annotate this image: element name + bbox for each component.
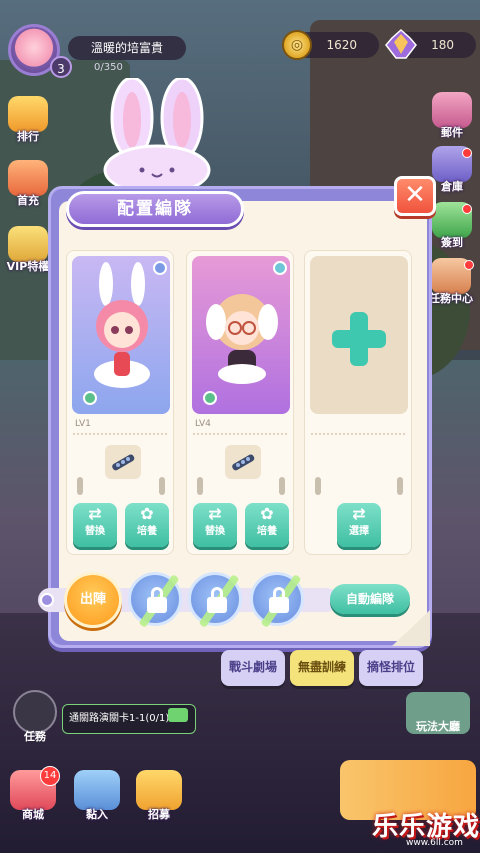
side-button-mail[interactable]: 郵件: [428, 92, 476, 146]
tab-monster-ranking[interactable]: 摘怪排位: [359, 650, 423, 686]
play-guide-button[interactable]: 玩法大廳: [406, 692, 470, 734]
player-name: 溫暖的培富貴: [68, 36, 186, 60]
auto-formation-button[interactable]: 自動編隊: [330, 584, 410, 614]
side-button-task-center[interactable]: 任務中心: [424, 258, 478, 312]
notification-dot: [462, 148, 472, 158]
formation-slot-1: LV1 ⇄ 替換 ✿ 培養: [66, 250, 174, 555]
character-card-2[interactable]: [192, 256, 290, 414]
deploy-button[interactable]: 出陣: [64, 572, 122, 628]
equipment-slot[interactable]: [225, 445, 261, 479]
bottom-button-shop[interactable]: 14 商城: [6, 766, 60, 826]
player-profile[interactable]: 3 溫暖的培富貴 0/350: [8, 24, 186, 78]
ring-hook: [279, 477, 285, 495]
dialog-title: 配置編隊: [66, 191, 244, 227]
equipment-icon: [112, 454, 135, 471]
side-button-label: 任務中心: [429, 292, 473, 305]
recruit-card-icon: [136, 770, 182, 810]
swap-button[interactable]: ⇄ 替換: [193, 503, 237, 547]
button-label: 培養: [257, 526, 277, 537]
locked-team-slot[interactable]: [128, 572, 182, 628]
train-button[interactable]: ✿ 培養: [245, 503, 289, 547]
formation-slot-3: ⇄ 選擇: [304, 250, 412, 555]
divider: [193, 433, 287, 435]
quest-flag-icon: [168, 708, 188, 722]
gift-icon: [8, 160, 48, 196]
side-button-first-charge[interactable]: 首充: [4, 160, 52, 214]
bottom-button-enter[interactable]: 黏入: [70, 770, 124, 826]
button-label: 替換: [205, 526, 225, 537]
side-button-label: 首充: [17, 194, 39, 207]
ring-hook: [159, 477, 165, 495]
train-button[interactable]: ✿ 培養: [125, 503, 169, 547]
player-level-badge: 3: [50, 56, 72, 78]
side-button-label: 簽到: [441, 236, 463, 249]
button-label: 選擇: [349, 526, 369, 537]
ring-hook: [315, 477, 321, 495]
bunny-ears-decoration: [103, 78, 211, 190]
divider: [311, 433, 405, 435]
plus-icon: [332, 312, 386, 366]
side-button-label: VIP特權: [6, 260, 50, 273]
character-level: LV4: [195, 419, 211, 429]
locked-team-slot[interactable]: [188, 572, 242, 628]
star-icon: ✿: [140, 504, 154, 523]
coin-icon: ◎: [282, 30, 312, 60]
swap-button[interactable]: ⇄ 替換: [73, 503, 117, 547]
button-label: 培養: [137, 526, 157, 537]
empty-character-card[interactable]: [310, 256, 408, 414]
bunny-girl-character: [83, 261, 167, 405]
task-label: 任務: [24, 730, 46, 743]
bottom-button-label: 招募: [148, 808, 170, 821]
watermark-url: www.6ll.com: [406, 838, 463, 848]
bottom-button-label: 商城: [22, 808, 44, 821]
locked-team-slot[interactable]: [250, 572, 304, 628]
lock-icon-body: [147, 597, 167, 613]
track-indicator: [40, 593, 54, 607]
character-card-1[interactable]: [72, 256, 170, 414]
notification-dot: [464, 260, 474, 270]
tab-battle-theater[interactable]: 戰斗劇場: [221, 650, 285, 686]
divider: [73, 433, 167, 435]
mail-icon: [432, 92, 472, 128]
close-button[interactable]: ✕: [394, 176, 436, 216]
side-button-vip[interactable]: VIP特權: [4, 226, 52, 280]
notification-count-badge: 14: [40, 766, 60, 786]
equipment-icon: [232, 454, 255, 471]
trophy-icon: [8, 96, 48, 132]
side-button-label: 郵件: [441, 126, 463, 139]
glasses-girl-character: [203, 261, 287, 405]
star-icon: ✿: [260, 504, 274, 523]
side-button-ranking[interactable]: 排行: [4, 96, 52, 150]
button-label: 替換: [85, 526, 105, 537]
swap-arrows-icon: ⇄: [352, 504, 366, 523]
ring-hook: [397, 477, 403, 495]
swap-arrows-icon: ⇄: [88, 504, 102, 523]
character-level: LV1: [75, 419, 91, 429]
side-button-label: 排行: [17, 130, 39, 143]
vip-crown-icon: [8, 226, 48, 262]
gem-icon: [385, 28, 417, 59]
notification-dot: [462, 204, 472, 214]
equipment-slot[interactable]: [105, 445, 141, 479]
task-button[interactable]: 任務: [10, 690, 60, 744]
swap-arrows-icon: ⇄: [208, 504, 222, 523]
formation-slot-2: LV4 ⇄ 替換 ✿ 培養: [186, 250, 294, 555]
lock-icon-body: [269, 597, 289, 613]
bottom-button-label: 黏入: [86, 808, 108, 821]
enter-icon: [74, 770, 120, 810]
ring-hook: [197, 477, 203, 495]
bottom-button-recruit[interactable]: 招募: [132, 770, 186, 826]
tab-endless-training[interactable]: 無盡訓練: [290, 650, 354, 686]
lock-icon-body: [207, 597, 227, 613]
ring-hook: [77, 477, 83, 495]
select-button[interactable]: ⇄ 選擇: [337, 503, 381, 547]
close-icon: ✕: [404, 180, 426, 210]
player-exp: 0/350: [94, 62, 123, 73]
